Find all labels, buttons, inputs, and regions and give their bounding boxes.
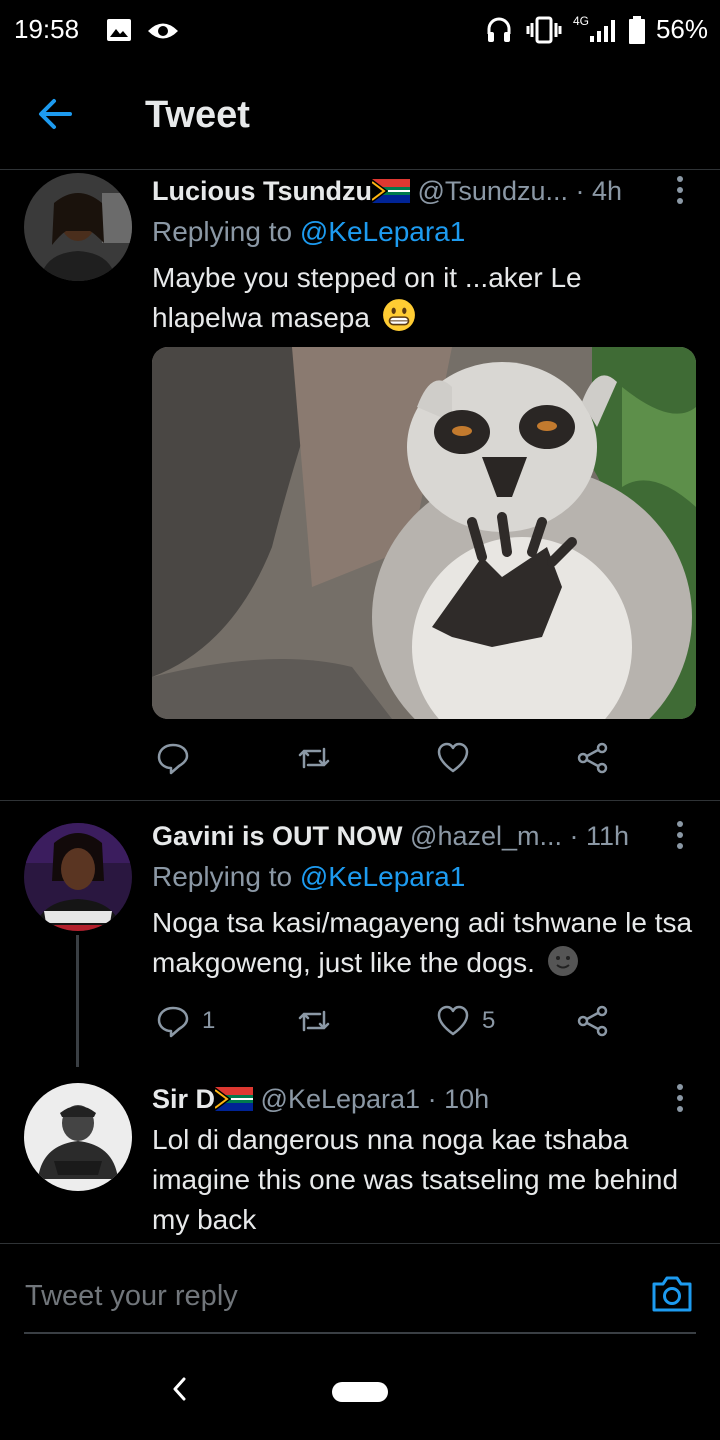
retweet-icon (298, 1010, 330, 1032)
tweet[interactable]: Sir D @KeLepara1 · 10h Lol di dangerous … (0, 1078, 720, 1243)
south-africa-flag-icon (371, 179, 410, 203)
share-icon (577, 1005, 608, 1037)
grinning-face-emoji (382, 299, 415, 331)
display-name[interactable]: Lucious Tsundzu (152, 176, 372, 206)
home-pill[interactable] (332, 1382, 388, 1402)
south-africa-flag-icon (214, 1087, 254, 1111)
headphones-icon (487, 17, 511, 42)
reply-count: 1 (202, 1007, 216, 1034)
like-button[interactable]: 5 (436, 1001, 495, 1041)
tweet-text: Maybe you stepped on it ...aker Le hlape… (152, 262, 582, 333)
retweet-button[interactable] (296, 1001, 344, 1041)
tweet-actions: 1 5 (152, 1001, 672, 1041)
reply-composer: Tweet your reply (0, 1243, 720, 1334)
camera-icon[interactable] (650, 1274, 694, 1314)
tweet-text: Lol di dangerous nna noga kae tshaba ima… (152, 1124, 679, 1235)
arrow-left-icon[interactable] (36, 94, 76, 134)
tweet-image[interactable] (152, 347, 696, 719)
retweet-button[interactable] (296, 738, 344, 778)
user-handle[interactable]: @KeLepara1 (261, 1084, 421, 1114)
display-name[interactable]: Sir D (152, 1084, 215, 1114)
status-time: 19:58 (14, 14, 80, 44)
smiling-face-emoji (547, 946, 578, 976)
divider (0, 800, 720, 801)
share-button[interactable] (576, 738, 610, 778)
reply-icon (157, 1006, 189, 1038)
share-icon (577, 742, 608, 774)
user-handle[interactable]: @hazel_m... (410, 821, 562, 851)
tweet[interactable]: Gavini is OUT NOW @hazel_m... · 11h Repl… (0, 815, 720, 1067)
heart-icon (437, 742, 469, 773)
eye-icon (148, 23, 178, 39)
tweet-time: · 11h (569, 821, 630, 851)
reply-input[interactable]: Tweet your reply (25, 1280, 238, 1313)
battery-icon (629, 16, 645, 44)
status-bar: 19:58 4G 56% (0, 0, 720, 62)
avatar[interactable] (24, 1083, 132, 1191)
reply-icon (157, 743, 189, 775)
tweet-header: Sir D @KeLepara1 · 10h (152, 1084, 489, 1115)
avatar[interactable] (24, 823, 132, 931)
tweet-text: Noga tsa kasi/magayeng adi tshwane le ts… (152, 907, 693, 978)
tweet-time: · 4h (575, 176, 623, 206)
more-options-icon[interactable] (674, 174, 686, 206)
system-nav-bar (0, 1340, 720, 1440)
user-handle[interactable]: @Tsundzu... (418, 176, 568, 206)
reply-button[interactable]: 1 (156, 1001, 215, 1041)
signal-icon (590, 20, 615, 42)
avatar[interactable] (24, 173, 132, 281)
lemur-photo (152, 347, 696, 719)
vibrate-icon (526, 16, 562, 44)
tweet-header: Lucious Tsundzu @Tsundzu... · 4h (152, 176, 622, 207)
more-options-icon[interactable] (674, 819, 686, 851)
share-button[interactable] (576, 1001, 610, 1041)
replying-to: Replying to @KeLepara1 (152, 861, 466, 892)
replying-handle[interactable]: @KeLepara1 (300, 861, 465, 892)
replying-to: Replying to @KeLepara1 (152, 216, 466, 247)
image-icon (107, 19, 131, 41)
tweet-actions (152, 738, 672, 778)
retweet-icon (298, 747, 330, 769)
tweet[interactable]: Lucious Tsundzu @Tsundzu... · 4h Replyin… (0, 170, 720, 800)
nav-back-icon[interactable] (170, 1376, 190, 1402)
tweet-time: · 10h (427, 1084, 490, 1114)
input-underline (24, 1332, 696, 1334)
like-button[interactable] (436, 738, 482, 778)
battery-percent: 56% (655, 14, 708, 44)
reply-button[interactable] (156, 738, 202, 778)
display-name[interactable]: Gavini is OUT NOW (152, 821, 403, 851)
heart-icon (437, 1005, 469, 1036)
page-title: Tweet (145, 94, 250, 136)
like-count: 5 (482, 1007, 496, 1034)
more-options-icon[interactable] (674, 1082, 686, 1114)
header: Tweet (0, 62, 720, 170)
thread-line (76, 935, 79, 1067)
network-type: 4G (573, 14, 590, 28)
replying-handle[interactable]: @KeLepara1 (300, 216, 465, 247)
tweet-header: Gavini is OUT NOW @hazel_m... · 11h (152, 821, 629, 852)
